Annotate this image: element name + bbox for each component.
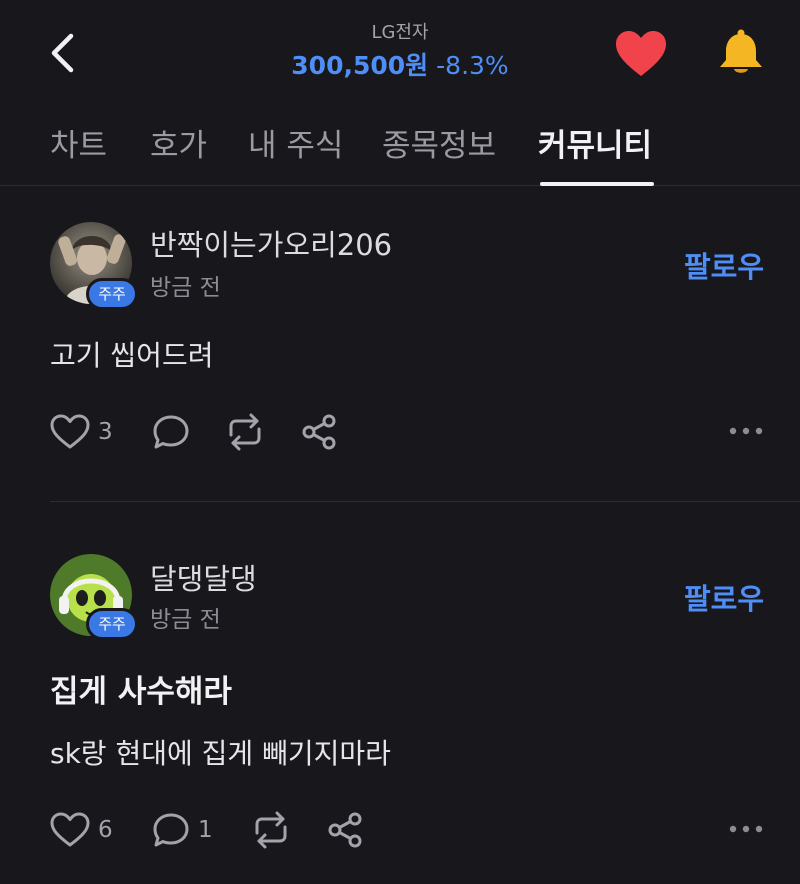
post-title: 집게 사수해라 [50, 674, 232, 710]
repost-button[interactable] [250, 808, 292, 852]
comment-icon [153, 415, 189, 449]
like-button[interactable]: 3 [50, 410, 113, 454]
like-button[interactable]: 6 [50, 808, 113, 852]
post-time: 방금 전 [150, 607, 221, 633]
share-icon [328, 812, 362, 848]
comment-button[interactable] [152, 410, 190, 454]
share-button[interactable] [300, 410, 338, 454]
comment-count: 1 [198, 817, 213, 843]
stock-name: LG전자 [371, 22, 429, 43]
tab-chart[interactable]: 차트 [50, 116, 107, 176]
tab-stock-info[interactable]: 종목정보 [382, 116, 496, 176]
follow-button[interactable]: 팔로우 [684, 244, 764, 286]
post: 주주 달댕달댕 방금 전 팔로우 집게 사수해라 sk랑 현대에 집게 빼기지마… [0, 502, 800, 884]
share-button[interactable] [326, 808, 364, 852]
header: LG전자 300,500원 -8.3% [0, 0, 800, 106]
post-time: 방금 전 [150, 275, 221, 301]
heart-outline-icon [50, 812, 90, 847]
tab-community[interactable]: 커뮤니티 [538, 116, 652, 176]
stock-price: 300,500원 [291, 51, 429, 80]
heart-outline-icon [50, 414, 90, 449]
more-icon [729, 427, 763, 435]
author-name[interactable]: 달댕달댕 [150, 556, 257, 598]
post-actions: 3 [0, 410, 800, 454]
bell-icon [720, 29, 762, 73]
tab-bar: 차트 호가 내 주식 종목정보 커뮤니티 [0, 106, 800, 186]
like-count: 3 [98, 419, 113, 445]
post-body: 고기 씹어드려 [50, 339, 214, 372]
share-icon [302, 414, 336, 450]
more-icon [729, 825, 763, 833]
back-button[interactable] [40, 28, 84, 78]
post-body: sk랑 현대에 집게 빼기지마라 [50, 737, 391, 770]
comment-icon [153, 813, 189, 847]
more-options-button[interactable] [726, 814, 766, 844]
tab-orderbook[interactable]: 호가 [150, 116, 207, 176]
shareholder-badge: 주주 [86, 278, 138, 310]
follow-button[interactable]: 팔로우 [684, 576, 764, 618]
notification-button[interactable] [716, 28, 766, 78]
like-count: 6 [98, 817, 113, 843]
post-actions: 6 1 [0, 808, 800, 852]
community-screen: LG전자 300,500원-8.3% 차트 호가 내 주식 종목정보 커뮤니티 [0, 0, 800, 884]
favorite-button[interactable] [614, 30, 668, 78]
price-line: 300,500원 -8.3% [200, 48, 600, 84]
author-name[interactable]: 반짝이는가오리206 [150, 222, 392, 264]
post: 주주 반짝이는가오리206 방금 전 팔로우 고기 씹어드려 3 [0, 186, 800, 502]
tab-my-stock[interactable]: 내 주식 [248, 116, 343, 176]
repost-button[interactable] [224, 410, 266, 454]
repost-icon [229, 413, 261, 451]
more-options-button[interactable] [726, 416, 766, 446]
stock-title: LG전자 300,500원 -8.3% [200, 20, 600, 84]
chevron-left-icon [51, 33, 74, 73]
price-change: -8.3% [436, 51, 509, 80]
repost-icon [255, 811, 287, 849]
heart-icon [616, 31, 666, 76]
comment-button[interactable]: 1 [152, 808, 213, 852]
shareholder-badge: 주주 [86, 608, 138, 640]
